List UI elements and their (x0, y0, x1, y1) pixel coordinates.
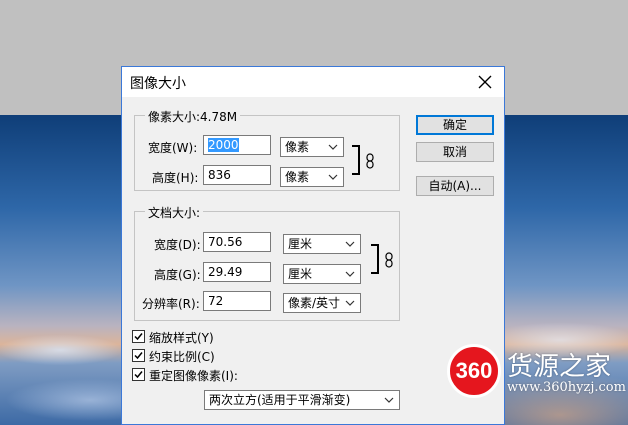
doc-width-unit-select[interactable]: 厘米 (283, 234, 361, 254)
doc-width-input[interactable]: 70.56 (203, 232, 271, 252)
resample-method-value: 两次立方(适用于平滑渐变) (209, 393, 351, 407)
resample-method-select[interactable]: 两次立方(适用于平滑渐变) (204, 390, 400, 410)
pixel-width-input[interactable]: 2000 (203, 135, 271, 155)
resolution-input[interactable]: 72 (203, 291, 271, 311)
watermark-url: www.360hyzj.com (507, 380, 626, 395)
watermark-logo: 360 (447, 344, 501, 398)
ok-button[interactable]: 确定 (416, 115, 494, 135)
pixel-dimensions-legend: 像素大小:4.78M (145, 108, 241, 125)
check-icon (134, 333, 143, 341)
resample-image-checkbox[interactable] (132, 368, 145, 381)
chevron-down-icon (345, 300, 355, 306)
doc-height-input[interactable]: 29.49 (203, 262, 271, 282)
check-icon (134, 352, 143, 360)
pixel-height-unit: 像素 (285, 170, 310, 184)
doc-width-label: 宽度(D): (154, 238, 201, 252)
cancel-button[interactable]: 取消 (416, 142, 494, 162)
pixel-width-unit-select[interactable]: 像素 (280, 137, 344, 157)
watermark-name: 货源之家 (507, 352, 612, 382)
doc-height-label: 高度(G): (154, 268, 201, 282)
document-size-legend: 文档大小: (145, 204, 204, 221)
chevron-down-icon (328, 174, 338, 180)
constrain-proportions-label: 约束比例(C) (149, 350, 215, 364)
pixel-height-value: 836 (208, 168, 231, 182)
pixel-height-unit-select[interactable]: 像素 (280, 167, 344, 187)
chain-link-icon (385, 252, 393, 268)
doc-height-value: 29.49 (208, 265, 243, 279)
doc-link-bracket (371, 244, 379, 274)
doc-width-value: 70.56 (208, 235, 243, 249)
pixel-link-bracket (352, 145, 360, 175)
auto-button[interactable]: 自动(A)... (416, 176, 494, 196)
doc-height-unit: 厘米 (288, 267, 313, 281)
pixel-width-value: 2000 (208, 138, 239, 152)
watermark: 360 货源之家 www.360hyzj.com (443, 340, 628, 405)
constrain-proportions-checkbox[interactable] (132, 349, 145, 362)
dialog-title: 图像大小 (130, 76, 186, 92)
chevron-down-icon (345, 271, 355, 277)
constrain-proportions-option[interactable]: 约束比例(C) (132, 348, 252, 364)
close-icon (478, 75, 492, 89)
doc-height-unit-select[interactable]: 厘米 (283, 264, 361, 284)
pixel-height-input[interactable]: 836 (203, 165, 271, 185)
check-icon (134, 371, 143, 379)
chevron-down-icon (345, 241, 355, 247)
pixel-height-label: 高度(H): (152, 171, 199, 185)
resample-image-label: 重定图像像素(I): (149, 369, 238, 383)
resolution-label: 分辨率(R): (142, 297, 200, 311)
doc-width-unit: 厘米 (288, 237, 313, 251)
pixel-width-label: 宽度(W): (148, 141, 198, 155)
scale-styles-checkbox[interactable] (132, 330, 145, 343)
resolution-unit: 像素/英寸 (288, 296, 341, 310)
resolution-value: 72 (208, 294, 224, 308)
resample-image-option[interactable]: 重定图像像素(I): (132, 367, 272, 383)
chevron-down-icon (328, 144, 338, 150)
close-button[interactable] (472, 69, 498, 95)
resolution-unit-select[interactable]: 像素/英寸 (283, 293, 361, 313)
dialog-titlebar: 图像大小 (122, 67, 504, 97)
chevron-down-icon (384, 397, 394, 403)
chain-link-icon (366, 153, 374, 169)
scale-styles-option[interactable]: 缩放样式(Y) (132, 329, 252, 345)
pixel-width-unit: 像素 (285, 140, 310, 154)
scale-styles-label: 缩放样式(Y) (149, 331, 214, 345)
